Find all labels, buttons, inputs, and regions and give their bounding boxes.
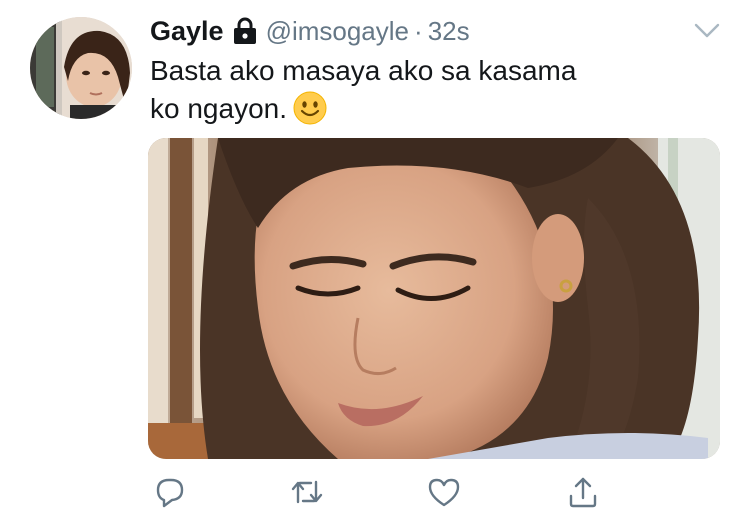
tweet-text-line-2: ko ngayon. <box>150 90 710 128</box>
slightly-smiling-face-icon <box>293 91 327 125</box>
retweet-icon[interactable] <box>289 474 325 510</box>
lock-icon <box>233 17 257 45</box>
separator-dot: · <box>414 15 423 46</box>
tweet-text: Basta ako masaya ako sa kasama ko ngayon… <box>150 52 710 128</box>
tweet-header: Gayle @imsogayle · 32s <box>150 14 470 48</box>
avatar[interactable] <box>30 17 132 119</box>
user-handle[interactable]: @imsogayle <box>266 16 409 47</box>
timestamp[interactable]: 32s <box>428 16 470 47</box>
tweet[interactable]: Gayle @imsogayle · 32s Basta ako masaya … <box>0 0 750 525</box>
tweet-text-line-1: Basta ako masaya ako sa kasama <box>150 55 577 86</box>
chevron-down-icon[interactable] <box>694 22 720 40</box>
share-icon[interactable] <box>565 474 601 510</box>
tweet-text-line-2-text: ko ngayon. <box>150 93 287 124</box>
heart-icon[interactable] <box>426 474 462 510</box>
display-name[interactable]: Gayle <box>150 16 224 47</box>
reply-icon[interactable] <box>152 474 188 510</box>
tweet-photo[interactable] <box>148 138 720 459</box>
tweet-actions <box>0 474 750 514</box>
